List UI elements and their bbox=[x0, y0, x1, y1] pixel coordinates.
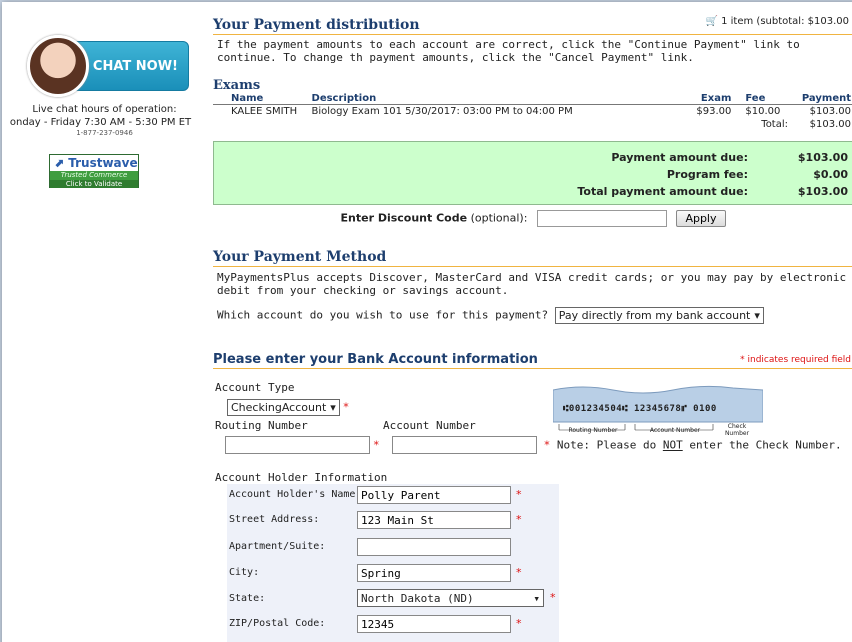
dropdown-arrow-icon: ▾ bbox=[754, 309, 760, 322]
exams-total-label: Total: bbox=[761, 119, 789, 130]
required-marker: * bbox=[343, 400, 349, 414]
payment-due-box: Payment amount due: $103.00 Program fee:… bbox=[213, 141, 852, 205]
holder-name-input[interactable] bbox=[357, 486, 511, 504]
payment-method-select[interactable]: Pay directly from my bank account ▾ bbox=[554, 307, 764, 324]
col-fee: Fee bbox=[733, 93, 791, 105]
trustwave-cta: Click to Validate bbox=[50, 180, 138, 188]
payment-amount-due: Payment amount due: $103.00 bbox=[611, 151, 848, 164]
check-illustration: ⑆001234504⑆ 12345678⑈ 0100 Routing Numbe… bbox=[552, 382, 764, 440]
discount-code-input[interactable] bbox=[536, 210, 667, 227]
check-number-caption: Check Number bbox=[724, 423, 750, 437]
program-fee: Program fee: $0.00 bbox=[666, 168, 848, 181]
exams-title: Exams bbox=[213, 78, 261, 93]
zip-row: ZIP/Postal Code: bbox=[229, 618, 325, 629]
exams-header-row: Name Description Exam Fee Payment bbox=[213, 93, 852, 105]
col-name: Name bbox=[213, 93, 310, 105]
discount-optional: (optional): bbox=[470, 211, 528, 225]
routing-number-row: * bbox=[225, 436, 379, 454]
required-marker: * bbox=[550, 591, 556, 604]
exam-payment: $103.00 bbox=[809, 106, 851, 117]
chat-hours: Live chat hours of operation: onday - Fr… bbox=[2, 103, 207, 129]
city-input[interactable] bbox=[357, 564, 511, 582]
chat-phone: 1-877-237-0946 bbox=[76, 129, 133, 137]
street-label: Street Address: bbox=[229, 514, 320, 525]
trustwave-badge[interactable]: ⬈ Trustwave Trusted Commerce Click to Va… bbox=[49, 154, 139, 188]
dropdown-arrow-icon: ▾ bbox=[533, 591, 540, 605]
check-number-note: Note: Please do NOT enter the Check Numb… bbox=[556, 438, 842, 452]
exams-table: Name Description Exam Fee Payment KALEE … bbox=[213, 93, 852, 131]
bank-info-title: Please enter your Bank Account informati… bbox=[213, 352, 852, 369]
payment-method-title: Your Payment Method bbox=[213, 249, 852, 267]
chat-hours-title: Live chat hours of operation: bbox=[32, 104, 177, 115]
apartment-label: Apartment/Suite: bbox=[229, 541, 326, 552]
apply-discount-button[interactable]: Apply bbox=[676, 210, 726, 227]
cart-summary-text: 1 item (subtotal: $103.00 bbox=[721, 16, 849, 27]
exams-total-value: $103.00 bbox=[809, 119, 851, 130]
apartment-input[interactable] bbox=[357, 538, 511, 556]
account-number-input[interactable] bbox=[392, 436, 537, 454]
account-type-select[interactable]: CheckingAccount ▾ bbox=[227, 399, 340, 416]
total-payment-due: Total payment amount due: $103.00 bbox=[577, 185, 848, 198]
page-frame: CHAT NOW! Live chat hours of operation: … bbox=[2, 2, 852, 642]
payment-method-question: Which account do you wish to use for thi… bbox=[217, 308, 549, 322]
city-label: City: bbox=[229, 567, 260, 578]
account-type-row: CheckingAccount ▾ * bbox=[227, 399, 349, 416]
holder-name-row: Account Holder's Name: bbox=[229, 489, 361, 500]
chat-agent-avatar bbox=[27, 35, 89, 97]
exam-fee: $10.00 bbox=[745, 106, 781, 117]
apartment-row: Apartment/Suite: bbox=[229, 541, 325, 552]
payment-method-question-row: Which account do you wish to use for thi… bbox=[217, 307, 764, 324]
zip-input[interactable] bbox=[357, 615, 511, 633]
exam-amount: $93.00 bbox=[696, 106, 732, 117]
required-marker: * bbox=[373, 438, 380, 452]
street-input[interactable] bbox=[357, 511, 511, 529]
payment-method-info: MyPaymentsPlus accepts Discover, MasterC… bbox=[217, 271, 847, 297]
account-type-label: Account Type bbox=[215, 381, 295, 394]
chat-hours-detail: onday - Friday 7:30 AM - 5:30 PM ET bbox=[9, 117, 192, 128]
zip-label: ZIP/Postal Code: bbox=[229, 618, 326, 629]
required-marker: * bbox=[543, 438, 551, 452]
required-marker: * bbox=[516, 617, 522, 630]
account-number-label: Account Number bbox=[383, 419, 476, 432]
required-marker: * bbox=[516, 513, 522, 526]
routing-number-label: Routing Number bbox=[215, 419, 308, 432]
col-payment: Payment bbox=[790, 93, 852, 105]
cart-icon: 🛒 bbox=[705, 16, 718, 27]
exam-description: Biology Exam 101 5/30/2017: 03:00 PM to … bbox=[311, 106, 573, 117]
check-micr-line: ⑆001234504⑆ 12345678⑈ 0100 bbox=[563, 404, 717, 414]
state-row: State: bbox=[229, 593, 265, 604]
required-marker: * bbox=[516, 488, 522, 501]
routing-number-input[interactable] bbox=[225, 436, 370, 454]
table-row: KALEE SMITH Biology Exam 101 5/30/2017: … bbox=[213, 105, 852, 119]
exams-total-row: Total: $103.00 bbox=[213, 118, 852, 131]
check-account-caption: Account Number bbox=[649, 427, 701, 434]
city-row: City: bbox=[229, 567, 259, 578]
chat-now-banner[interactable]: CHAT NOW! bbox=[27, 35, 189, 97]
check-routing-caption: Routing Number bbox=[568, 427, 618, 434]
trustwave-line: Trusted Commerce bbox=[50, 171, 138, 180]
col-description: Description bbox=[309, 93, 681, 105]
discount-label: Enter Discount Code bbox=[340, 211, 468, 225]
trustwave-logo-icon: ⬈ bbox=[54, 156, 65, 170]
state-label: State: bbox=[229, 593, 266, 604]
holder-name-label: Account Holder's Name: bbox=[229, 489, 362, 500]
col-exam: Exam bbox=[680, 93, 734, 105]
required-note: * indicates required field bbox=[740, 355, 851, 365]
holder-info-title: Account Holder Information bbox=[215, 471, 388, 484]
trustwave-brand: Trustwave bbox=[68, 156, 138, 170]
discount-row: Enter Discount Code (optional): Apply bbox=[213, 210, 852, 227]
state-select[interactable]: North Dakota (ND) ▾ bbox=[357, 589, 544, 607]
required-marker: * bbox=[516, 566, 522, 579]
cart-summary[interactable]: 🛒 1 item (subtotal: $103.00 bbox=[705, 16, 849, 27]
street-row: Street Address: bbox=[229, 514, 319, 525]
chat-now-label: CHAT NOW! bbox=[92, 58, 178, 74]
dropdown-arrow-icon: ▾ bbox=[330, 401, 336, 414]
exam-student-name: KALEE SMITH bbox=[231, 106, 298, 117]
distribution-info: If the payment amounts to each account a… bbox=[217, 38, 800, 64]
